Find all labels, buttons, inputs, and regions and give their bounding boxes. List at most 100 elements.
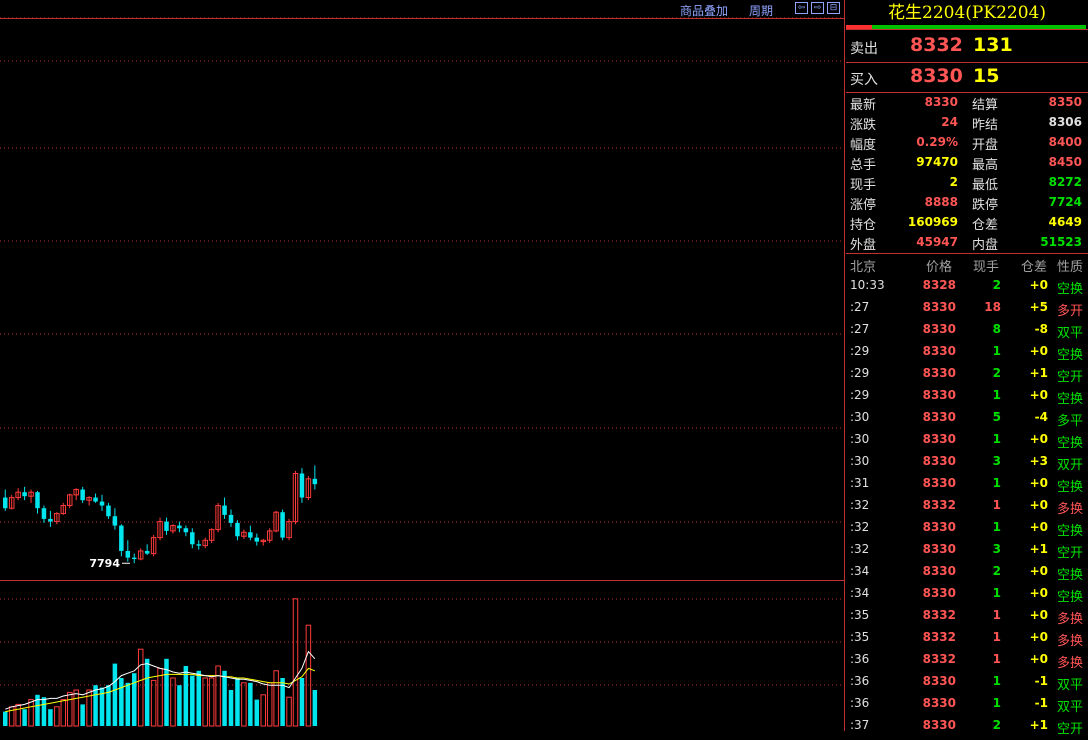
- contract-title: 花生2204(PK2204): [888, 3, 1046, 23]
- stat-value: 7724: [1048, 195, 1082, 209]
- tick-volume: 1: [992, 630, 1001, 644]
- tick-row[interactable]: :32 8330 3 +1 空开: [846, 542, 1088, 564]
- tick-oi-change: +0: [1029, 278, 1048, 292]
- stat-label: 跌停: [972, 198, 999, 213]
- tick-time: :32: [850, 542, 870, 556]
- tick-row[interactable]: :34 8330 2 +0 空换: [846, 564, 1088, 586]
- overlay-commodity-link[interactable]: 商品叠加: [680, 2, 728, 19]
- stat-label: 最新: [850, 98, 877, 113]
- candle-body: [222, 505, 227, 515]
- stat-value: 8306: [1048, 115, 1082, 129]
- volume-bar: [125, 682, 131, 726]
- split-view-button[interactable]: ⊟: [827, 2, 840, 14]
- tick-row[interactable]: :29 8330 1 +0 空换: [846, 344, 1088, 366]
- sell-volume: 131: [973, 34, 1013, 56]
- tick-header-time: 北京: [850, 260, 877, 275]
- volume-bar: [48, 709, 53, 726]
- scroll-left-button[interactable]: ⇦: [795, 2, 808, 14]
- volume-bar: [208, 677, 215, 727]
- stat-value: 4649: [1048, 215, 1082, 229]
- stat-value: 8350: [1048, 95, 1082, 109]
- volume-bar: [28, 699, 34, 727]
- tick-volume: 18: [984, 300, 1001, 314]
- candle-body: [93, 497, 98, 502]
- tick-nature: 多换: [1057, 612, 1084, 627]
- tick-row[interactable]: :29 8330 2 +1 空开: [846, 366, 1088, 388]
- tick-volume: 1: [992, 432, 1001, 446]
- tick-oi-change: +0: [1029, 498, 1048, 512]
- volume-bar: [312, 690, 318, 726]
- candle-body: [22, 492, 27, 497]
- buy-price: 8330: [910, 65, 963, 87]
- tick-price: 8330: [922, 322, 956, 336]
- tick-nature: 空换: [1057, 568, 1084, 583]
- candle-body: [125, 550, 131, 558]
- tick-oi-change: +0: [1029, 388, 1048, 402]
- tick-price: 8330: [922, 454, 956, 468]
- stat-label: 持仓: [850, 218, 877, 233]
- tick-price: 8330: [922, 432, 956, 446]
- tick-row[interactable]: :36 8330 1 -1 双平: [846, 696, 1088, 718]
- volume-bar: [112, 663, 118, 726]
- tick-price: 8330: [922, 366, 956, 380]
- tick-row[interactable]: :35 8332 1 +0 多换: [846, 630, 1088, 652]
- tick-time: :34: [850, 564, 870, 578]
- stat-label: 总手: [850, 158, 877, 173]
- divider: [846, 253, 1088, 254]
- tick-row[interactable]: :32 8332 1 +0 多换: [846, 498, 1088, 520]
- stat-label: 涨跌: [850, 118, 877, 133]
- tick-time: :36: [850, 674, 870, 688]
- volume-bar: [119, 678, 124, 726]
- tick-time: :29: [850, 344, 870, 358]
- tick-row[interactable]: :27 8330 18 +5 多开: [846, 300, 1088, 322]
- tick-row[interactable]: :27 8330 8 -8 双平: [846, 322, 1088, 344]
- tick-nature: 空换: [1057, 348, 1084, 363]
- tick-volume: 1: [992, 344, 1001, 358]
- quote-panel: 花生2204(PK2204) 卖出 8332 131 买入 8330 15 最新…: [846, 0, 1088, 737]
- volume-bar: [137, 648, 144, 727]
- volume-bar: [150, 679, 157, 727]
- tick-oi-change: -1: [1034, 674, 1048, 688]
- volume-bar: [266, 682, 273, 727]
- tick-row[interactable]: :32 8330 1 +0 空换: [846, 520, 1088, 542]
- tick-row[interactable]: :29 8330 1 +0 空换: [846, 388, 1088, 410]
- tick-row[interactable]: 10:33 8328 2 +0 空换: [846, 278, 1088, 300]
- tick-volume: 1: [992, 476, 1001, 490]
- tick-time: :36: [850, 696, 870, 710]
- tick-row[interactable]: :36 8332 1 +0 多换: [846, 652, 1088, 674]
- tick-row[interactable]: :34 8330 1 +0 空换: [846, 586, 1088, 608]
- tick-row[interactable]: :30 8330 3 +3 双开: [846, 454, 1088, 476]
- tick-nature: 双平: [1057, 326, 1084, 341]
- candle-body: [3, 497, 8, 509]
- volume-bar: [196, 670, 201, 726]
- divider: [846, 92, 1088, 93]
- tick-oi-change: +1: [1029, 542, 1048, 556]
- stat-label: 幅度: [850, 138, 877, 153]
- tick-row[interactable]: :30 8330 5 -4 多平: [846, 410, 1088, 432]
- volume-bar: [183, 666, 189, 726]
- scroll-right-button[interactable]: ⇨: [811, 2, 824, 14]
- tick-time: :35: [850, 630, 870, 644]
- tick-row[interactable]: :31 8330 1 +0 空换: [846, 476, 1088, 498]
- tick-row[interactable]: :36 8330 1 -1 双平: [846, 674, 1088, 696]
- tick-price: 8332: [922, 652, 956, 666]
- candle-body: [112, 516, 118, 526]
- stat-label: 结算: [972, 98, 999, 113]
- tick-volume: 1: [992, 696, 1001, 710]
- tick-oi-change: +0: [1029, 564, 1048, 578]
- tick-volume: 5: [992, 410, 1001, 424]
- candle-body: [235, 522, 240, 537]
- tick-row[interactable]: :30 8330 1 +0 空换: [846, 432, 1088, 454]
- kline-chart-area[interactable]: 7794 商品叠加 周期 ⇦ ⇨ ⊟: [0, 0, 845, 731]
- volume-bar: [260, 694, 266, 727]
- buy-label: 买入: [850, 72, 878, 88]
- period-link[interactable]: 周期: [749, 2, 773, 19]
- tick-row[interactable]: :35 8332 1 +0 多换: [846, 608, 1088, 630]
- volume-bar: [292, 598, 299, 727]
- tick-time: :32: [850, 498, 870, 512]
- candle-body: [183, 528, 189, 533]
- tick-row[interactable]: :37 8330 2 +1 空开: [846, 718, 1088, 740]
- tick-price: 8328: [922, 278, 956, 292]
- volume-bar: [22, 709, 27, 726]
- kline-chart[interactable]: 7794: [0, 0, 845, 731]
